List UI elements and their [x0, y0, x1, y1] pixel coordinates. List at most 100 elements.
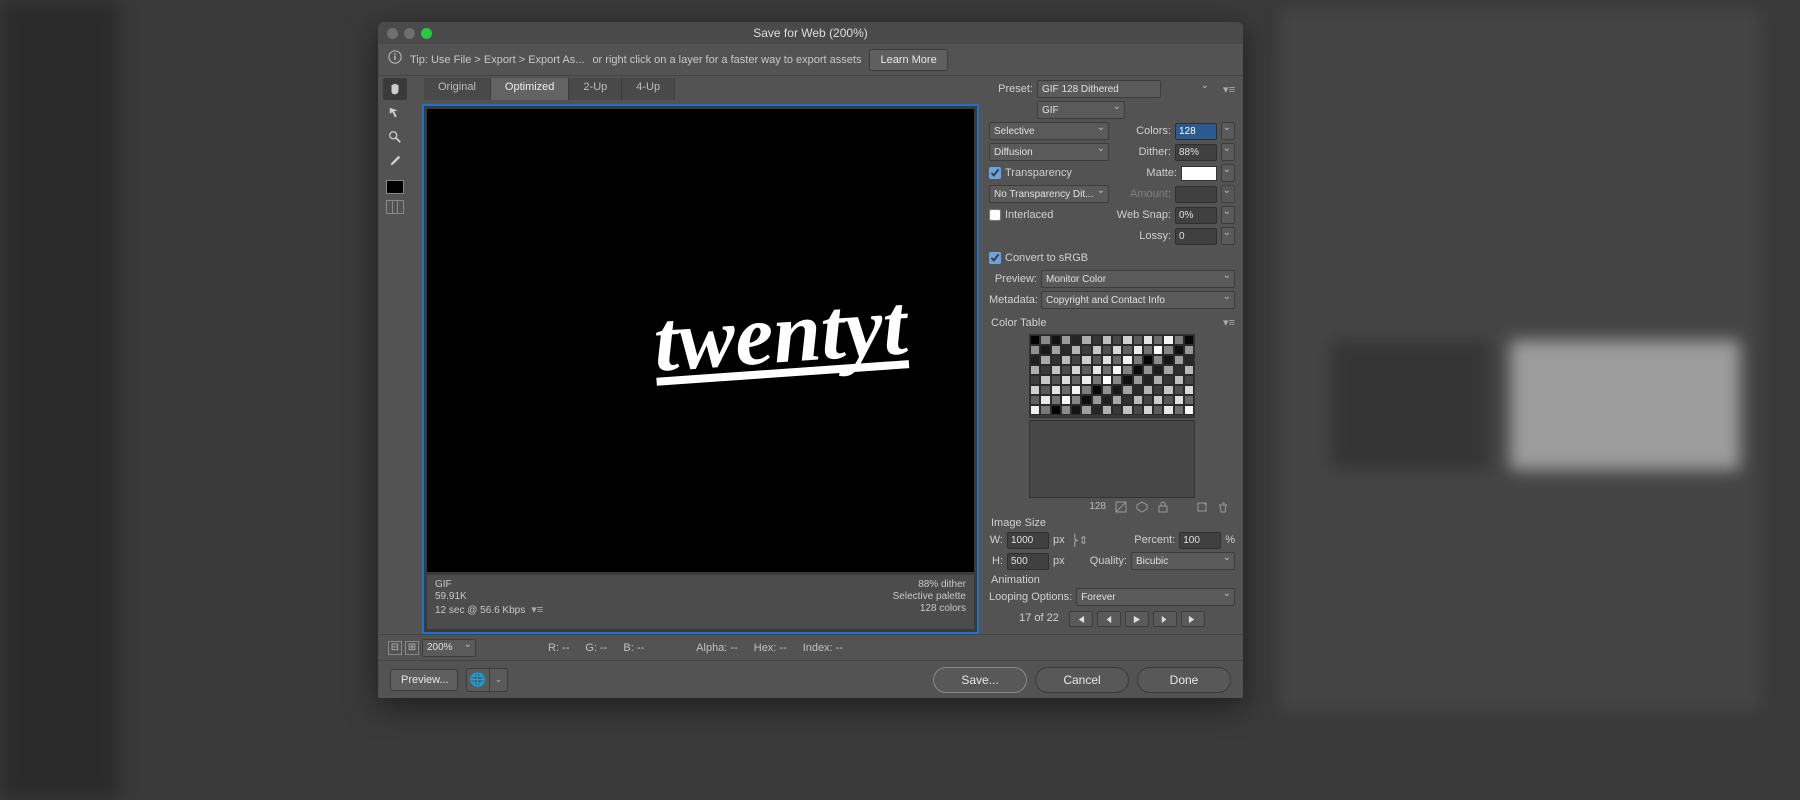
info-palette: Selective palette [893, 591, 966, 602]
play-button[interactable] [1125, 611, 1149, 627]
status-bar: ⊟ ⊞ 200% R: -- G: -- B: -- Alpha: -- Hex… [378, 634, 1243, 660]
delete-color-icon[interactable] [1216, 500, 1229, 513]
tip-text-2: or right click on a layer for a faster w… [592, 54, 861, 66]
zoom-tool-icon[interactable] [383, 126, 407, 148]
preview-tabs: Original Optimized 2-Up 4-Up [424, 78, 979, 100]
close-window-icon[interactable] [387, 28, 398, 39]
status-index: Index: -- [803, 642, 843, 654]
done-button[interactable]: Done [1137, 667, 1231, 693]
color-table-menu-icon[interactable]: ▾≡ [1223, 316, 1235, 329]
info-colors: 128 colors [893, 603, 966, 614]
titlebar: Save for Web (200%) [378, 22, 1243, 44]
dither-input[interactable] [1175, 144, 1217, 161]
window-title: Save for Web (200%) [378, 26, 1243, 40]
format-select[interactable]: GIF [1037, 101, 1125, 119]
learn-more-button[interactable]: Learn More [869, 49, 947, 71]
lossy-label: Lossy: [1139, 230, 1171, 242]
tab-2up[interactable]: 2-Up [569, 78, 622, 100]
next-frame-button[interactable] [1153, 611, 1177, 627]
interlaced-label: Interlaced [1005, 209, 1053, 221]
toggle-slices-icon[interactable] [386, 200, 404, 214]
info-dither: 88% dither [893, 579, 966, 590]
loop-select[interactable]: Forever [1076, 588, 1235, 606]
preview-button[interactable]: Preview... [390, 669, 458, 691]
zoom-window-icon[interactable] [421, 28, 432, 39]
lossy-input[interactable] [1175, 228, 1217, 245]
zoom-select[interactable]: 200% [422, 639, 476, 657]
srgb-checkbox[interactable] [989, 252, 1001, 264]
lock-color-icon[interactable] [1156, 500, 1169, 513]
new-color-icon[interactable] [1195, 500, 1208, 513]
dither-label: Dither: [1139, 146, 1171, 158]
minimize-window-icon[interactable] [404, 28, 415, 39]
quality-select[interactable]: Bicubic [1131, 552, 1235, 570]
eyedropper-color-swatch[interactable] [386, 180, 404, 194]
matte-swatch[interactable] [1181, 166, 1217, 181]
browser-dropdown[interactable]: ⌄ [490, 668, 508, 692]
preview-info-bar: GIF 59.91K 12 sec @ 56.6 Kbps▾≡ 88% dith… [427, 575, 974, 629]
cancel-button[interactable]: Cancel [1035, 667, 1129, 693]
browser-icon[interactable]: 🌐 [466, 668, 490, 692]
matte-select[interactable] [1221, 164, 1235, 182]
height-input[interactable] [1007, 553, 1049, 570]
save-button[interactable]: Save... [933, 667, 1027, 693]
interlaced-checkbox[interactable] [989, 209, 1001, 221]
loop-label: Looping Options: [989, 591, 1072, 603]
dither-method-select[interactable]: Diffusion [989, 143, 1109, 161]
tab-original[interactable]: Original [424, 78, 491, 100]
tip-bar: Tip: Use File > Export > Export As... or… [378, 44, 1243, 76]
srgb-label: Convert to sRGB [1005, 252, 1088, 264]
eyedropper-tool-icon[interactable] [383, 150, 407, 172]
websafe-icon[interactable] [1135, 500, 1148, 513]
websnap-input[interactable] [1175, 207, 1217, 224]
transparency-label: Transparency [1005, 167, 1072, 179]
h-label: H: [989, 555, 1003, 567]
websnap-stepper[interactable] [1221, 206, 1235, 224]
preview-canvas[interactable]: twentyt [427, 109, 974, 572]
transparency-checkbox[interactable] [989, 167, 1001, 179]
link-dimensions-icon[interactable]: ⎬⇕ [1071, 534, 1088, 547]
metadata-select[interactable]: Copyright and Contact Info [1041, 291, 1235, 309]
hand-tool-icon[interactable] [383, 78, 407, 100]
canvas-artwork: twentyt [652, 295, 910, 387]
status-b: B: -- [623, 642, 644, 654]
zoom-out-button[interactable]: ⊟ [388, 641, 402, 655]
preset-select[interactable]: GIF 128 Dithered [1037, 80, 1161, 98]
frame-counter: 17 of 22 [1019, 612, 1059, 624]
preview-select[interactable]: Monitor Color [1041, 270, 1235, 288]
prev-frame-button[interactable] [1097, 611, 1121, 627]
colors-label: Colors: [1136, 125, 1171, 137]
zoom-in-button[interactable]: ⊞ [405, 641, 419, 655]
amount-stepper [1221, 185, 1235, 203]
width-input[interactable] [1007, 532, 1049, 549]
colors-input[interactable] [1175, 123, 1217, 140]
reduction-select[interactable]: Selective [989, 122, 1109, 140]
lossy-stepper[interactable] [1221, 227, 1235, 245]
percent-input[interactable] [1179, 532, 1221, 549]
matte-label: Matte: [1146, 167, 1177, 179]
status-alpha: Alpha: -- [696, 642, 738, 654]
tab-4up[interactable]: 4-Up [622, 78, 675, 100]
color-table-label: Color Table [991, 317, 1046, 329]
tab-optimized[interactable]: Optimized [491, 78, 570, 100]
status-r: R: -- [548, 642, 569, 654]
map-transparent-icon[interactable] [1114, 500, 1127, 513]
metadata-label: Metadata: [989, 294, 1037, 306]
preview-frame: twentyt GIF 59.91K 12 sec @ 56.6 Kbps▾≡ … [422, 104, 979, 634]
color-table-grid[interactable] [1029, 334, 1195, 418]
save-for-web-dialog: Save for Web (200%) Tip: Use File > Expo… [378, 22, 1243, 698]
dither-stepper[interactable] [1221, 143, 1235, 161]
first-frame-button[interactable] [1069, 611, 1093, 627]
color-table-empty [1029, 420, 1195, 498]
px-label-2: px [1053, 555, 1065, 567]
preset-menu-icon[interactable]: ▾≡ [1223, 83, 1235, 96]
slice-select-tool-icon[interactable] [383, 102, 407, 124]
colors-stepper[interactable] [1221, 122, 1235, 140]
websnap-label: Web Snap: [1117, 209, 1171, 221]
color-count: 128 [1089, 501, 1106, 512]
info-format: GIF [435, 579, 543, 590]
preset-label: Preset: [989, 83, 1033, 95]
transparency-dither-select[interactable]: No Transparency Dit... [989, 185, 1109, 203]
speed-menu-icon[interactable]: ▾≡ [531, 604, 543, 616]
last-frame-button[interactable] [1181, 611, 1205, 627]
